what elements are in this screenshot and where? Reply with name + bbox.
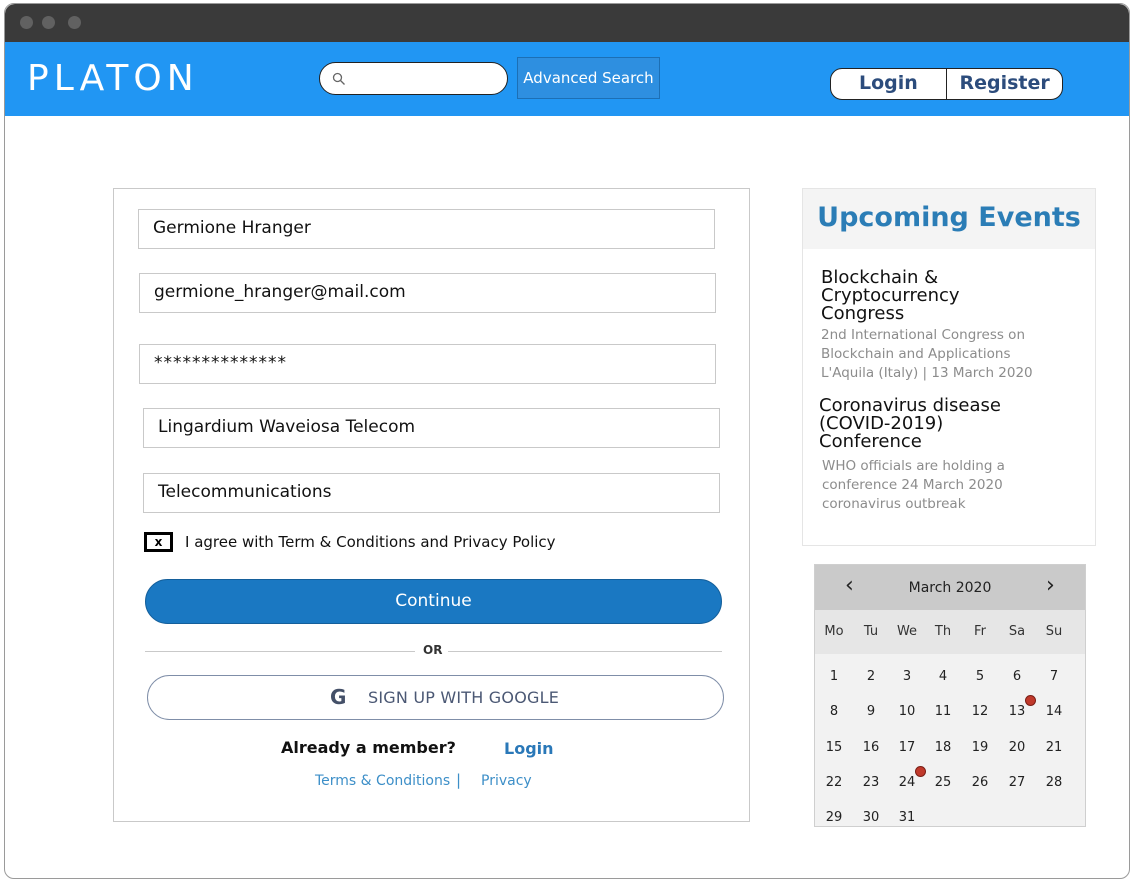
calendar-day[interactable]: 27 [999,775,1035,790]
calendar-day[interactable]: 9 [853,704,889,719]
event-description: 2nd International Congress on Blockchain… [821,327,1033,381]
event-marker [1025,695,1036,706]
calendar-day[interactable]: 24 [889,775,925,790]
calendar-day[interactable]: 19 [962,740,998,755]
platon-logo[interactable]: PLATON [27,58,199,99]
calendar-day[interactable]: 7 [1036,669,1072,684]
calendar-day[interactable]: 16 [853,740,889,755]
weekday-label: Tu [863,624,879,639]
google-signup-button[interactable]: G SIGN UP WITH GOOGLE [147,675,724,720]
google-icon: G [330,685,347,709]
name-field[interactable]: Germione Hranger [138,209,715,249]
calendar-day[interactable]: 11 [925,704,961,719]
industry-field[interactable]: Telecommunications [143,473,720,513]
event-title[interactable]: Coronavirus disease (COVID-2019) Confere… [819,397,1009,451]
company-field[interactable]: Lingardium Waveiosa Telecom [143,408,720,448]
calendar-day[interactable]: 29 [816,810,852,825]
calendar-day[interactable]: 28 [1036,775,1072,790]
terms-link[interactable]: Terms & Conditions [315,773,450,789]
calendar-month: March 2020 [908,580,992,596]
search-input[interactable] [354,67,499,90]
privacy-link[interactable]: Privacy [481,773,532,789]
next-month-icon[interactable]: › [1046,573,1055,598]
events-title: Upcoming Events [817,202,1081,233]
signup-form-panel: Germione Hranger germione_hranger@mail.c… [113,188,750,822]
agree-label: I agree with Term & Conditions and Priva… [185,533,556,551]
agree-checkbox[interactable]: x [144,532,173,552]
calendar-day[interactable]: 15 [816,740,852,755]
weekday-label: Fr [974,624,986,639]
window-maximize-dot[interactable] [68,16,81,29]
login-link[interactable]: Login [504,739,554,758]
calendar-day[interactable]: 1 [816,669,852,684]
calendar-day[interactable]: 4 [925,669,961,684]
calendar-day[interactable]: 2 [853,669,889,684]
calendar-day[interactable]: 14 [1036,704,1072,719]
already-member-text: Already a member? [281,738,456,757]
google-signup-label: SIGN UP WITH GOOGLE [368,688,560,707]
email-field[interactable]: germione_hranger@mail.com [139,273,716,313]
continue-button[interactable]: Continue [145,579,722,624]
calendar-day[interactable]: 10 [889,704,925,719]
calendar-day[interactable]: 6 [999,669,1035,684]
footer-divider: | [456,771,462,789]
register-button[interactable]: Register [947,69,1062,99]
weekday-label: Su [1045,624,1063,639]
or-label: OR [423,643,443,657]
or-divider-right [448,651,722,652]
calendar-day[interactable]: 12 [962,704,998,719]
events-header: Upcoming Events [803,189,1095,249]
calendar-day[interactable]: 17 [889,740,925,755]
window-close-dot[interactable] [20,16,33,29]
calendar-day[interactable]: 8 [816,704,852,719]
calendar-day[interactable]: 18 [925,740,961,755]
window-minimize-dot[interactable] [42,16,55,29]
weekday-label: Mo [824,624,844,639]
search-box[interactable] [319,62,508,95]
calendar-header: ‹ March 2020 › [815,565,1085,610]
search-icon [332,72,345,85]
calendar-day[interactable]: 23 [853,775,889,790]
event-title[interactable]: Blockchain & Cryptocurrency Congress [821,269,981,323]
calendar-day[interactable]: 3 [889,669,925,684]
calendar-day[interactable]: 26 [962,775,998,790]
login-button[interactable]: Login [831,69,946,99]
weekday-label: Sa [1008,624,1026,639]
calendar: ‹ March 2020 › Mo Tu We Th Fr Sa Su 1234567891… [814,564,1086,827]
window-titlebar [5,4,1129,42]
calendar-day[interactable]: 25 [925,775,961,790]
password-field[interactable]: ************** [139,344,716,384]
advanced-search-button[interactable]: Advanced Search [517,57,660,99]
calendar-day[interactable]: 21 [1036,740,1072,755]
calendar-day[interactable]: 5 [962,669,998,684]
browser-window: PLATON Advanced Search Login Register Ge… [4,3,1130,879]
calendar-day[interactable]: 31 [889,810,925,825]
upcoming-events-panel: Upcoming Events Blockchain & Cryptocurre… [802,188,1096,546]
event-description: WHO officials are holding a conference 2… [822,458,1005,512]
weekday-label: We [896,624,918,639]
weekday-label: Th [934,624,952,639]
calendar-day[interactable]: 13 [999,704,1035,719]
calendar-day[interactable]: 20 [999,740,1035,755]
or-divider-left [145,651,415,652]
weekday-row: Mo Tu We Th Fr Sa Su [815,610,1085,654]
calendar-day[interactable]: 30 [853,810,889,825]
auth-buttons: Login Register [830,68,1063,100]
calendar-day[interactable]: 22 [816,775,852,790]
top-header: PLATON Advanced Search Login Register [5,42,1129,116]
